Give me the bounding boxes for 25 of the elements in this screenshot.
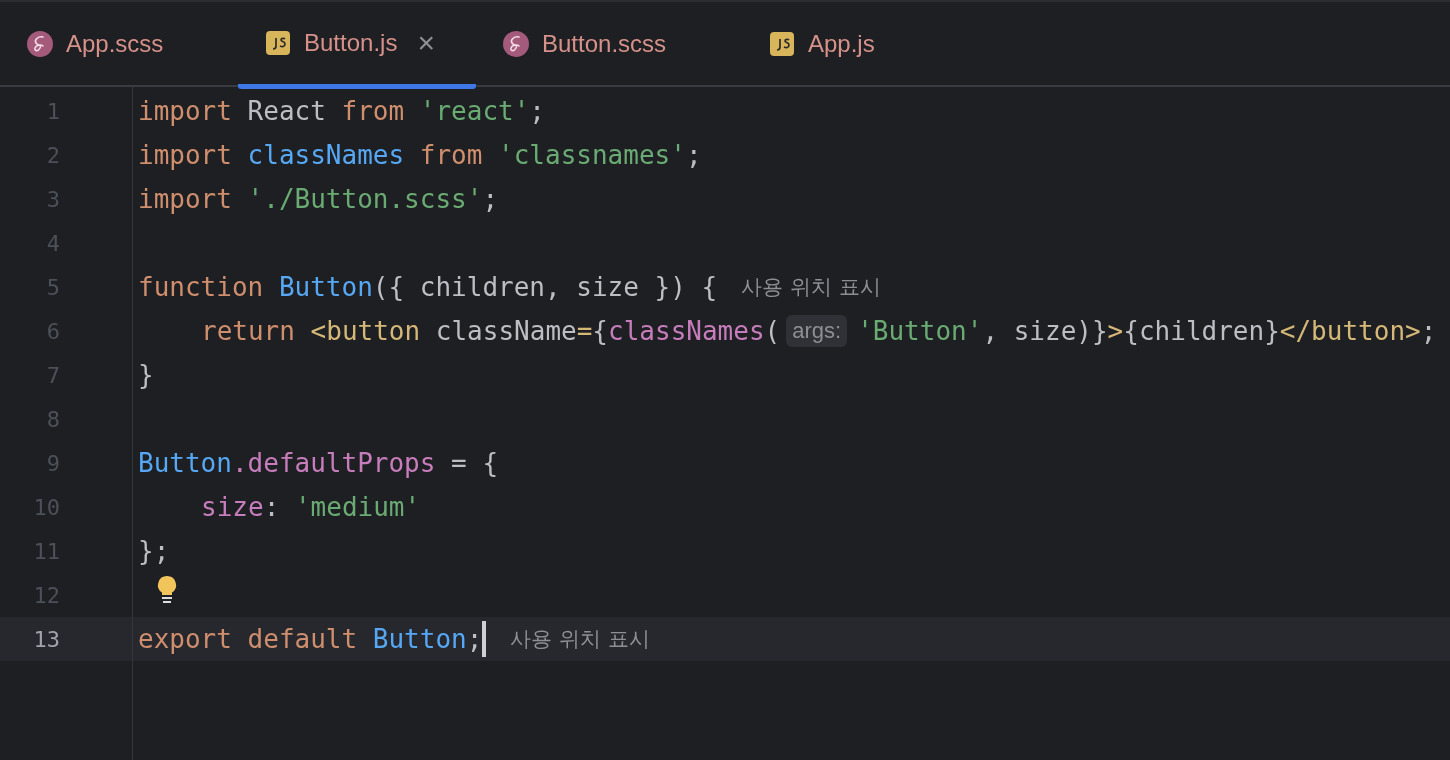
code-line: import classNames from 'classnames'; xyxy=(138,140,702,170)
js-file-icon xyxy=(768,29,796,58)
line-number: 13 xyxy=(33,626,60,652)
code-line: function Button({ children, size }) { xyxy=(138,272,718,302)
lightbulb-icon[interactable] xyxy=(156,575,178,605)
code-line: } xyxy=(138,360,154,390)
code-line: return <button className={classNames( xyxy=(201,316,781,346)
js-file-icon xyxy=(264,29,292,57)
usage-hint[interactable]: 사용 위치 표시 xyxy=(510,625,650,653)
editor-tab[interactable]: Button.js × xyxy=(238,2,476,89)
code-line: import './Button.scss'; xyxy=(138,184,499,214)
sass-file-icon xyxy=(502,29,530,58)
code-line: export default Button; xyxy=(138,624,483,654)
parameter-hint: args: xyxy=(786,315,848,347)
sass-file-icon xyxy=(26,29,54,58)
code-line: Button.defaultProps = { xyxy=(138,448,499,478)
code-line: }; xyxy=(138,536,170,566)
editor-tab[interactable]: App.scss xyxy=(0,2,238,85)
code-line: import React from 'react'; xyxy=(138,96,545,126)
editor-tab[interactable]: App.js xyxy=(742,2,980,85)
editor-tab[interactable]: Button.scss xyxy=(476,2,742,85)
code-line: size: 'medium' xyxy=(201,492,421,522)
code-line: 'Button', size)}>{children}</button>; xyxy=(857,316,1437,346)
usage-hint[interactable]: 사용 위치 표시 xyxy=(741,273,881,301)
close-button[interactable]: × xyxy=(417,28,435,58)
